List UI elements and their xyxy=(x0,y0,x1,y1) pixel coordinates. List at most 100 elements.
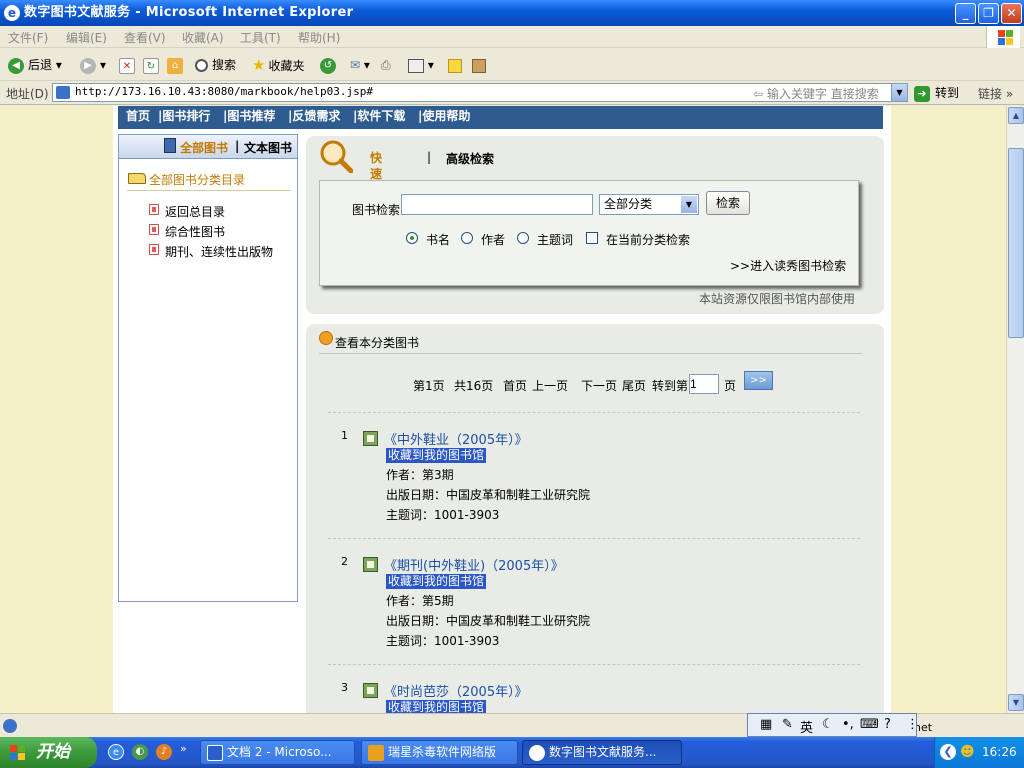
goto-page-button[interactable]: >> xyxy=(744,371,773,390)
category-panel: 全部图书 | 文本图书 全部图书分类目录 返回总目录 综合性图书 期刊、连续性出… xyxy=(118,134,298,602)
address-url[interactable]: http://173.16.10.43:8080/markbook/help03… xyxy=(75,85,373,98)
close-button[interactable]: ✕ xyxy=(1001,3,1022,24)
stop-icon: ✕ xyxy=(119,57,135,74)
tray-expand-icon[interactable]: ❮ xyxy=(940,744,956,760)
address-input[interactable]: http://173.16.10.43:8080/markbook/help03… xyxy=(52,83,908,102)
mail-icon: ✉ xyxy=(350,58,361,72)
address-dropdown-icon[interactable]: ▼ xyxy=(891,84,907,101)
menu-tools[interactable]: 工具(T) xyxy=(240,29,281,46)
book-publish-date: 出版日期：中国皮革和制鞋工业研究院 xyxy=(386,488,591,502)
qq-penguin-icon[interactable]: ☻ xyxy=(960,744,975,760)
arrow-right-icon xyxy=(149,244,159,255)
list-item: 1 《中外鞋业（2005年）》 收藏到我的图书馆 作者：第3期 出版日期：中国皮… xyxy=(306,429,884,539)
ime-logo-icon[interactable]: ▦ xyxy=(760,717,772,732)
nav-feedback[interactable]: |反馈需求 xyxy=(288,106,340,126)
links-button[interactable]: 链接 » xyxy=(978,85,1013,102)
page-suffix: 页 xyxy=(724,379,737,393)
first-page-link[interactable]: 首页 xyxy=(503,377,527,394)
category-select[interactable]: 全部分类 ▼ xyxy=(599,194,699,215)
add-to-library-link[interactable]: 收藏到我的图书馆 xyxy=(386,448,487,463)
browser-viewport: 首页 |图书排行 |图书推荐 |反馈需求 |软件下载 |使用帮助 全部图书 | … xyxy=(0,106,1006,713)
address-bar: 地址(D) http://173.16.10.43:8080/markbook/… xyxy=(0,81,1024,105)
favorites-button[interactable]: ★ 收藏夹 xyxy=(252,55,304,75)
menu-favorites[interactable]: 收藏(A) xyxy=(182,29,224,46)
back-button[interactable]: ◀ 后退 ▾ xyxy=(8,55,62,75)
stop-button[interactable]: ✕ xyxy=(119,55,139,75)
menu-file[interactable]: 文件(F) xyxy=(8,29,48,46)
research-button[interactable] xyxy=(472,55,486,75)
tab-text-books[interactable]: 文本图书 xyxy=(244,139,292,156)
nav-help[interactable]: |使用帮助 xyxy=(418,106,470,126)
restore-button[interactable]: ❐ xyxy=(978,3,999,24)
forward-button[interactable]: ▶ ▾ xyxy=(80,55,106,75)
vertical-scrollbar[interactable]: ▲ ▼ xyxy=(1006,106,1024,713)
add-to-library-link[interactable]: 收藏到我的图书馆 xyxy=(386,574,487,589)
punctuation-icon[interactable]: •, xyxy=(842,717,854,732)
search-panel: 快速检索 | 高级检索 图书检索 全部分类 ▼ 检索 书名 作者 主题词 在当前… xyxy=(306,136,884,314)
catalog-header[interactable]: 全部图书分类目录 xyxy=(127,171,291,191)
tab-quick-search[interactable]: 快速检索 xyxy=(368,150,384,213)
desktop-quicklaunch-icon[interactable]: ◐ xyxy=(132,744,148,760)
book-title-link[interactable]: 《期刊(中外鞋业)（2005年）》 xyxy=(384,555,564,574)
scroll-down-icon[interactable]: ▼ xyxy=(1008,694,1024,711)
goto-page-input[interactable] xyxy=(689,374,719,394)
search-button[interactable]: 搜索 xyxy=(195,55,236,75)
item-number: 2 xyxy=(341,555,348,568)
book-title-link[interactable]: 《时尚芭莎（2005年）》 xyxy=(384,681,528,700)
research-icon xyxy=(472,58,486,73)
list-item: 2 《期刊(中外鞋业)（2005年）》 收藏到我的图书馆 作者：第5期 出版日期… xyxy=(306,555,884,665)
go-button[interactable]: ➔ 转到 xyxy=(914,84,959,102)
ime-input-icon[interactable]: ✎ xyxy=(782,717,793,732)
discuss-button[interactable] xyxy=(448,55,462,75)
menu-help[interactable]: 帮助(H) xyxy=(298,29,340,46)
nav-home[interactable]: 首页 xyxy=(126,106,150,126)
last-page-link[interactable]: 尾页 xyxy=(622,377,646,394)
ie-quicklaunch-icon[interactable]: e xyxy=(108,744,124,760)
page-icon xyxy=(56,86,70,99)
window-title: 数字图书文献服务 - Microsoft Internet Explorer xyxy=(24,5,354,20)
book-cover-icon[interactable] xyxy=(363,683,378,698)
search-field-label: 图书检索 xyxy=(352,203,401,217)
scroll-up-icon[interactable]: ▲ xyxy=(1008,107,1024,124)
moon-icon[interactable]: ☾ xyxy=(822,717,834,732)
nav-ranking[interactable]: |图书排行 xyxy=(158,106,210,126)
edit-button[interactable]: ▾ xyxy=(408,55,434,75)
next-page-link[interactable]: 下一页 xyxy=(581,377,617,394)
refresh-button[interactable]: ↻ xyxy=(143,55,163,75)
help-icon[interactable]: ? xyxy=(884,717,891,732)
prev-page-link[interactable]: 上一页 xyxy=(532,377,568,394)
ime-menu-icon[interactable]: ⋮ xyxy=(906,717,919,732)
task-word[interactable]: 文档 2 - Microso... xyxy=(200,740,355,765)
menu-edit[interactable]: 编辑(E) xyxy=(66,29,107,46)
task-browser[interactable]: 数字图书文献服务... xyxy=(522,740,682,765)
divider xyxy=(319,353,862,354)
forward-arrow-icon: ▶ xyxy=(80,57,96,74)
task-antivirus[interactable]: 瑞星杀毒软件网络版 xyxy=(361,740,518,765)
tab-all-books[interactable]: 全部图书 xyxy=(180,139,228,156)
mail-button[interactable]: ✉ ▾ xyxy=(350,55,370,75)
history-button[interactable]: ↺ xyxy=(320,55,340,75)
book-title-link[interactable]: 《中外鞋业（2005年）》 xyxy=(384,429,528,448)
add-to-library-link[interactable]: 收藏到我的图书馆 xyxy=(386,700,487,713)
windows-flag-icon xyxy=(10,745,25,760)
search-submit-button[interactable]: 检索 xyxy=(706,191,750,215)
print-button[interactable]: ⎙ xyxy=(381,55,391,75)
quicklaunch-more-icon[interactable]: » xyxy=(180,742,187,755)
softkeyboard-icon[interactable]: ⌨ xyxy=(860,717,879,732)
divider xyxy=(328,664,860,665)
menu-view[interactable]: 查看(V) xyxy=(124,29,166,46)
minimize-button[interactable]: _ xyxy=(955,3,976,24)
nav-recommend[interactable]: |图书推荐 xyxy=(223,106,275,126)
start-button[interactable]: 开始 xyxy=(0,737,97,768)
home-button[interactable]: ⌂ xyxy=(167,55,187,75)
tab-advanced-search[interactable]: 高级检索 xyxy=(446,150,494,167)
search-input[interactable] xyxy=(401,194,593,215)
scroll-thumb[interactable] xyxy=(1008,148,1024,338)
nav-download[interactable]: |软件下载 xyxy=(353,106,405,126)
media-quicklaunch-icon[interactable]: ♪ xyxy=(156,744,172,760)
ime-mode[interactable]: 英 xyxy=(800,717,813,736)
book-cover-icon[interactable] xyxy=(363,557,378,572)
taskbar: 开始 e ◐ ♪ » 文档 2 - Microso... 瑞星杀毒软件网络版 数… xyxy=(0,737,1024,768)
book-cover-icon[interactable] xyxy=(363,431,378,446)
duxiu-search-link[interactable]: >>进入读秀图书检索 xyxy=(730,257,846,274)
